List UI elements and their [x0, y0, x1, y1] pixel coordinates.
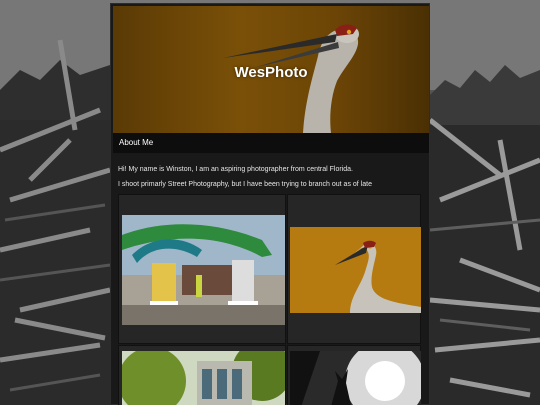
intro-line-2: I shoot primarly Street Photography, but… — [118, 180, 372, 188]
bw-street-photo[interactable] — [290, 351, 421, 405]
main-container: WesPhoto About Me Hi! My name is Winston… — [110, 3, 430, 405]
gallery-item-waterpark[interactable] — [118, 194, 286, 344]
nav-link-about-me[interactable]: About Me — [119, 138, 153, 147]
gallery-item-building[interactable] — [118, 345, 286, 405]
gallery-item-crane[interactable] — [287, 194, 421, 344]
gallery-item-bw-street[interactable] — [287, 345, 421, 405]
intro-text: Hi! My name is Winston, I am an aspiring… — [118, 166, 424, 195]
intro-line-1: Hi! My name is Winston, I am an aspiring… — [118, 166, 353, 173]
site-title[interactable]: WesPhoto — [113, 64, 429, 81]
navigation-bar: About Me — [113, 133, 429, 153]
header-banner: WesPhoto — [113, 6, 429, 133]
waterpark-photo[interactable] — [122, 215, 285, 325]
crane-photo[interactable] — [290, 227, 421, 313]
building-photo[interactable] — [122, 351, 285, 405]
